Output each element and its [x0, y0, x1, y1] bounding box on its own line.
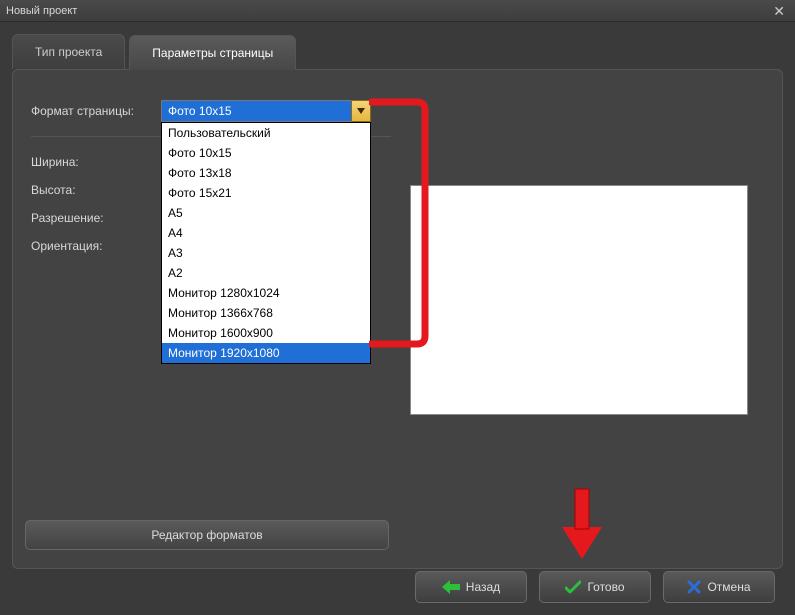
page-format-dropdown[interactable]: ПользовательскийФото 10x15Фото 13x18Фото… — [161, 122, 371, 364]
page-preview — [410, 185, 748, 415]
page-format-option[interactable]: Монитор 1280x1024 — [162, 283, 370, 303]
page-format-option[interactable]: A5 — [162, 203, 370, 223]
tab-project-type[interactable]: Тип проекта — [12, 34, 125, 69]
tab-strip: Тип проекта Параметры страницы — [0, 22, 795, 69]
back-button[interactable]: Назад — [415, 571, 527, 603]
close-icon[interactable]: ✕ — [769, 4, 789, 18]
label-height: Высота: — [31, 183, 161, 197]
page-format-option[interactable]: Фото 10x15 — [162, 143, 370, 163]
format-editor-button[interactable]: Редактор форматов — [25, 520, 389, 550]
label-resolution: Разрешение: — [31, 211, 161, 225]
bottom-bar: Назад Готово Отмена — [0, 559, 795, 615]
done-button[interactable]: Готово — [539, 571, 651, 603]
page-format-option[interactable]: A4 — [162, 223, 370, 243]
page-format-option[interactable]: Фото 15x21 — [162, 183, 370, 203]
page-format-option[interactable]: A2 — [162, 263, 370, 283]
title-bar: Новый проект ✕ — [0, 0, 795, 22]
window-title: Новый проект — [6, 5, 77, 17]
page-format-select[interactable]: Фото 10x15 ПользовательскийФото 10x15Фот… — [161, 100, 371, 122]
page-format-option[interactable]: A3 — [162, 243, 370, 263]
page-format-option[interactable]: Монитор 1366x768 — [162, 303, 370, 323]
label-orientation: Ориентация: — [31, 239, 161, 253]
tab-page-params[interactable]: Параметры страницы — [129, 35, 296, 70]
page-params-panel: Формат страницы: Фото 10x15 Пользователь… — [12, 69, 783, 569]
cancel-button-label: Отмена — [707, 580, 750, 594]
page-format-option[interactable]: Пользовательский — [162, 123, 370, 143]
back-button-label: Назад — [466, 580, 500, 594]
page-format-option[interactable]: Монитор 1600x900 — [162, 323, 370, 343]
check-icon — [565, 580, 581, 594]
page-format-option[interactable]: Монитор 1920x1080 — [162, 343, 370, 363]
arrow-left-icon — [442, 580, 460, 594]
form-area: Формат страницы: Фото 10x15 Пользователь… — [31, 100, 391, 267]
done-button-label: Готово — [587, 580, 624, 594]
cancel-icon — [687, 580, 701, 594]
page-format-option[interactable]: Фото 13x18 — [162, 163, 370, 183]
cancel-button[interactable]: Отмена — [663, 571, 775, 603]
page-format-value[interactable]: Фото 10x15 — [161, 100, 371, 122]
label-width: Ширина: — [31, 155, 161, 169]
label-page-format: Формат страницы: — [31, 104, 161, 118]
chevron-down-icon[interactable] — [351, 100, 371, 122]
